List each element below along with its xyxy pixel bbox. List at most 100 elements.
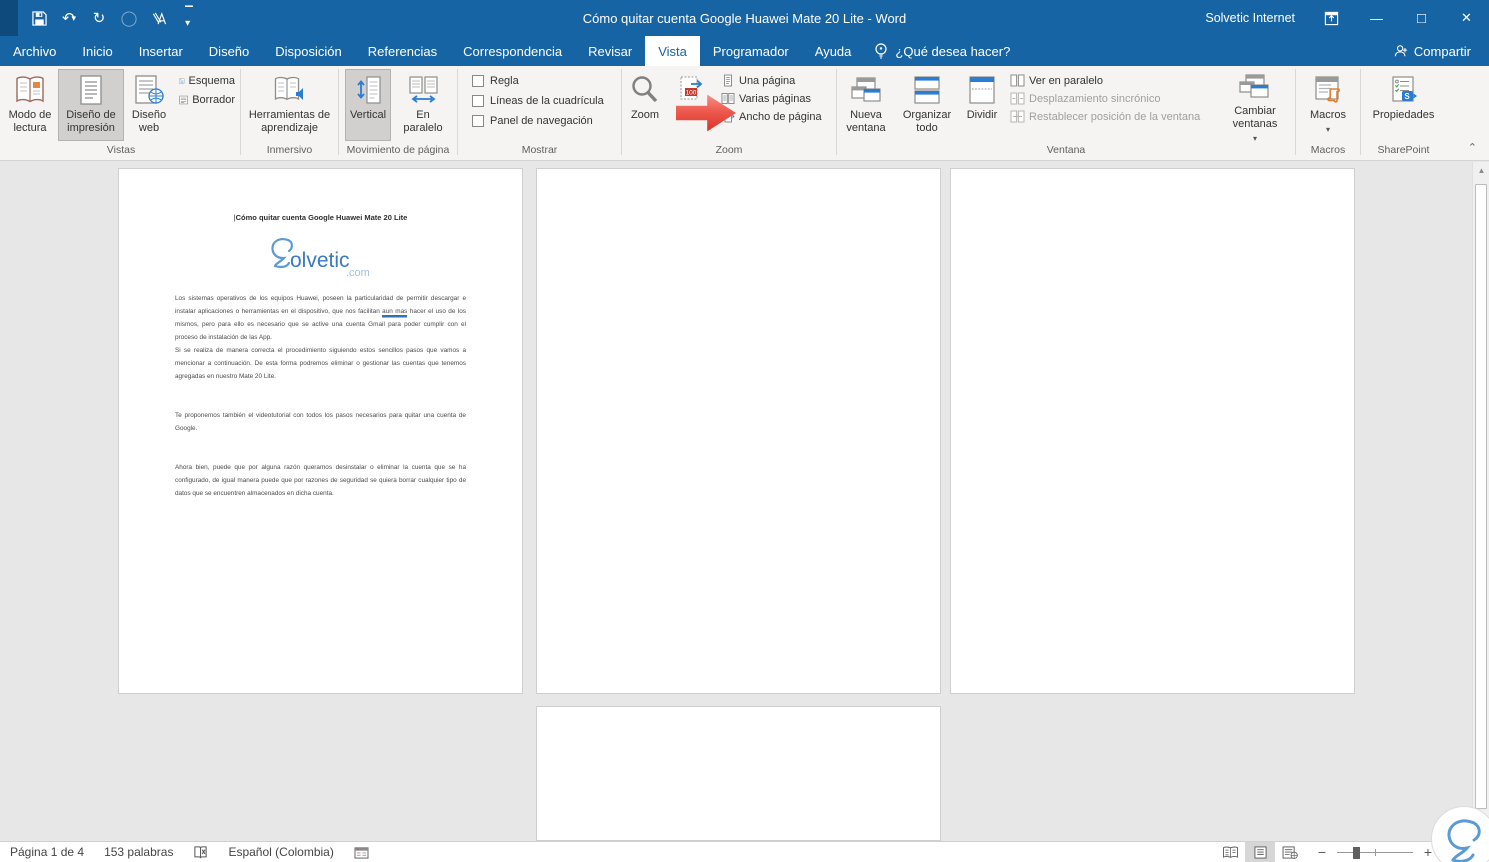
tab-diseno[interactable]: Diseño — [196, 36, 262, 66]
solvetic-watermark-logo — [1431, 806, 1489, 862]
multiple-pages-button[interactable]: Varias páginas — [719, 91, 829, 106]
print-layout-button[interactable]: Diseño de impresión — [58, 69, 124, 141]
view-web-layout-button[interactable] — [1275, 842, 1305, 862]
maximize-button[interactable]: □ — [1399, 0, 1444, 36]
account-name[interactable]: Solvetic Internet — [1205, 11, 1295, 25]
tab-revisar[interactable]: Revisar — [575, 36, 645, 66]
vertical-scroll-icon — [355, 73, 381, 107]
tab-correspondencia[interactable]: Correspondencia — [450, 36, 575, 66]
web-layout-button[interactable]: Diseño web — [124, 69, 174, 141]
reset-window-position-button[interactable]: Restablecer posición de la ventana — [1008, 109, 1216, 124]
scroll-up-button[interactable]: ▲ — [1473, 162, 1489, 179]
page-indicator[interactable]: Página 1 de 4 — [0, 842, 94, 862]
multiple-pages-label: Varias páginas — [739, 92, 811, 105]
group-label-zoom: Zoom — [715, 144, 743, 156]
side-to-side-button[interactable]: En paralelo — [395, 69, 451, 141]
document-canvas[interactable]: |Cómo quitar cuenta Google Huawei Mate 2… — [0, 162, 1472, 841]
customize-qat-button[interactable]: ▔ ▾ — [176, 5, 202, 31]
ruler-label: Regla — [490, 75, 519, 87]
one-page-button[interactable]: Una página — [719, 73, 829, 88]
language-indicator[interactable]: Español (Colombia) — [218, 842, 343, 862]
checkbox-icon — [472, 115, 484, 127]
print-layout-view-icon — [1253, 845, 1267, 859]
zoom-100-icon: 100 — [677, 73, 707, 107]
tab-archivo[interactable]: Archivo — [0, 36, 69, 66]
gridlines-label: Líneas de la cuadrícula — [490, 95, 604, 107]
tell-me-label: ¿Qué desea hacer? — [895, 43, 1011, 59]
undo-dropdown-caret[interactable]: ▾ — [72, 13, 77, 24]
paragraph-3: Te proponemos también el videotutorial c… — [175, 412, 466, 432]
spelling-grammar-button[interactable] — [146, 5, 172, 31]
tab-vista[interactable]: Vista — [645, 36, 700, 66]
group-label-macros: Macros — [1310, 144, 1346, 156]
tab-programador[interactable]: Programador — [700, 36, 802, 66]
close-button[interactable]: ✕ — [1444, 0, 1489, 36]
side-to-side-icon — [408, 73, 438, 107]
undo-button[interactable]: ↶ ▾ — [56, 5, 82, 31]
vertical-button[interactable]: Vertical — [345, 69, 391, 141]
macros-label: Macros — [1309, 109, 1347, 121]
tell-me-search[interactable]: ¿Qué desea hacer? — [864, 36, 1020, 66]
read-mode-view-icon — [1222, 846, 1238, 858]
chevron-down-icon: ▾ — [1325, 125, 1330, 134]
view-side-by-side-button[interactable]: Ver en paralelo — [1008, 73, 1216, 88]
learning-tools-button[interactable]: Herramientas de aprendizaje — [244, 69, 336, 141]
svg-text:.com: .com — [346, 267, 370, 279]
word-count[interactable]: 153 palabras — [94, 842, 183, 862]
navigation-pane-checkbox[interactable]: Panel de navegación — [470, 114, 595, 128]
collapse-ribbon-button[interactable]: ⌃ — [1468, 141, 1477, 154]
zoom-100-button[interactable]: 100 100% — [668, 69, 716, 141]
tab-disposicion[interactable]: Disposición — [262, 36, 354, 66]
tab-ayuda[interactable]: Ayuda — [802, 36, 865, 66]
ribbon-display-options-button[interactable] — [1309, 0, 1354, 36]
document-page-2[interactable] — [536, 168, 941, 694]
switch-windows-icon — [1238, 73, 1272, 103]
gridlines-checkbox[interactable]: Líneas de la cuadrícula — [470, 94, 606, 108]
zoom-slider[interactable] — [1337, 845, 1413, 860]
proofing-errors-button[interactable] — [183, 842, 218, 862]
zoom-slider-thumb[interactable] — [1353, 846, 1360, 859]
quick-access-toolbar: ↶ ▾ ↻ ◯ ▔ ▾ — [26, 5, 202, 31]
macro-recording-button[interactable] — [344, 842, 379, 862]
page-width-button[interactable]: Ancho de página — [719, 109, 829, 124]
ribbon: Modo de lectura Diseño de impresión Dise… — [0, 66, 1489, 161]
draw-mode-button[interactable]: ◯ — [116, 5, 142, 31]
save-icon — [31, 10, 47, 26]
arrange-all-button[interactable]: Organizar todo — [895, 69, 959, 141]
group-label-inmersivo: Inmersivo — [266, 144, 313, 156]
properties-button[interactable]: S Propiedades — [1364, 69, 1444, 141]
ruler-checkbox[interactable]: Regla — [470, 74, 521, 88]
tab-referencias[interactable]: Referencias — [355, 36, 450, 66]
vertical-scrollbar[interactable]: ▲ ▼ — [1472, 162, 1489, 841]
macros-button[interactable]: Macros ▾ — [1299, 69, 1357, 141]
view-print-layout-button[interactable] — [1245, 842, 1275, 862]
properties-icon: S — [1389, 73, 1419, 107]
minimize-button[interactable]: — — [1354, 0, 1399, 36]
tab-insertar[interactable]: Insertar — [126, 36, 196, 66]
view-read-mode-button[interactable] — [1215, 842, 1245, 862]
new-window-button[interactable]: Nueva ventana — [837, 69, 895, 141]
synchronous-scrolling-button[interactable]: Desplazamiento sincrónico — [1008, 91, 1216, 106]
scrollbar-thumb[interactable] — [1475, 184, 1487, 809]
draft-view-button[interactable]: Borrador — [177, 92, 237, 108]
tab-inicio[interactable]: Inicio — [69, 36, 125, 66]
page-width-icon — [722, 110, 735, 123]
zoom-button[interactable]: Zoom — [622, 69, 668, 141]
outline-view-button[interactable]: Esquema — [177, 73, 237, 89]
reset-window-position-icon — [1010, 110, 1025, 123]
one-page-label: Una página — [739, 74, 796, 87]
share-button[interactable]: Compartir — [1376, 36, 1489, 66]
grammar-underline: aun mas — [382, 308, 408, 316]
svg-text:S: S — [1404, 92, 1410, 101]
switch-windows-button[interactable]: Cambiar ventanas ▾ — [1219, 69, 1291, 143]
document-page-1[interactable]: |Cómo quitar cuenta Google Huawei Mate 2… — [118, 168, 523, 694]
save-button[interactable] — [26, 5, 52, 31]
document-page-4[interactable] — [536, 706, 941, 841]
read-mode-icon — [14, 73, 46, 107]
redo-button[interactable]: ↻ — [86, 5, 112, 31]
read-mode-button[interactable]: Modo de lectura — [2, 69, 58, 141]
zoom-out-button[interactable]: − — [1315, 844, 1329, 860]
split-button[interactable]: Dividir — [959, 69, 1005, 141]
document-page-3[interactable] — [950, 168, 1355, 694]
synchronous-scrolling-label: Desplazamiento sincrónico — [1029, 92, 1161, 105]
